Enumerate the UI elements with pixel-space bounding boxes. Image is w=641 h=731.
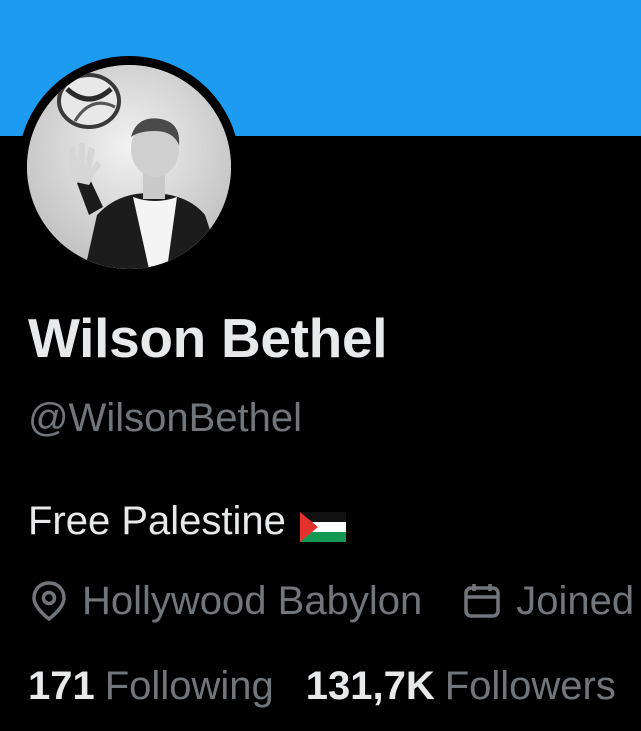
location-pin-icon [30, 580, 68, 622]
following-label: Following [104, 664, 274, 708]
joined-item: Joined [462, 579, 634, 624]
location-text: Hollywood Babylon [82, 578, 423, 623]
profile-meta-row: Hollywood Babylon Joined [30, 576, 634, 626]
palestine-flag-icon [299, 507, 346, 542]
avatar[interactable] [27, 65, 231, 269]
bio-text: Free Palestine [28, 499, 286, 543]
followers-count: 131,7K [305, 664, 435, 708]
location-item: Hollywood Babylon [30, 579, 422, 624]
profile-page: Wilson Bethel @WilsonBethel Free Palesti… [0, 0, 641, 731]
profile-bio: Free Palestine [28, 499, 346, 544]
followers-link[interactable]: 131,7K Followers [306, 664, 616, 709]
following-link[interactable]: 171 Following [28, 664, 274, 709]
joined-text: Joined [516, 578, 635, 623]
followers-label: Followers [444, 664, 616, 708]
follow-stats: 171 Following 131,7K Followers [28, 664, 616, 709]
display-name: Wilson Bethel [28, 307, 388, 369]
avatar-photo [27, 65, 231, 269]
following-count: 171 [28, 664, 95, 708]
username-handle: @WilsonBethel [28, 396, 303, 440]
calendar-icon [462, 581, 502, 621]
avatar-ring [18, 56, 240, 278]
